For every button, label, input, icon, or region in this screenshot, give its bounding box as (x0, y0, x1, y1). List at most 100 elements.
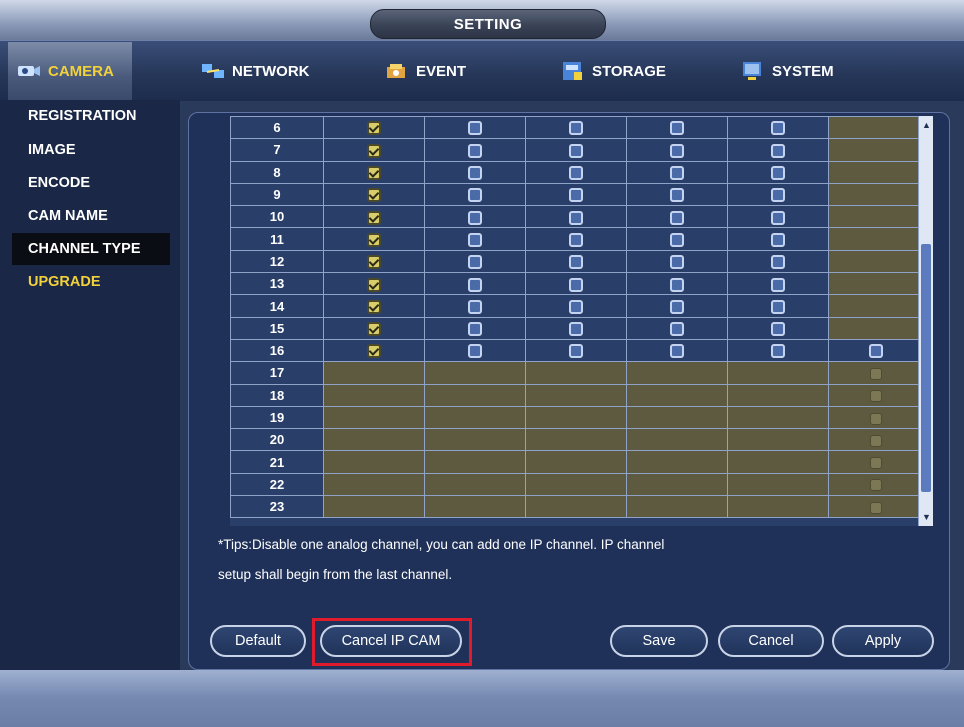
option-checkbox[interactable] (771, 143, 785, 158)
ip-checkbox[interactable] (870, 479, 882, 492)
analog-checkbox[interactable] (367, 322, 381, 337)
option-checkbox[interactable] (468, 166, 482, 181)
channel-cell (424, 495, 526, 519)
channel-cell (424, 316, 526, 340)
option-checkbox[interactable] (670, 121, 684, 136)
option-checkbox[interactable] (771, 299, 785, 314)
option-checkbox[interactable] (468, 121, 482, 136)
analog-checkbox[interactable] (367, 255, 381, 270)
option-checkbox[interactable] (468, 255, 482, 270)
analog-checkbox[interactable] (367, 143, 381, 158)
channel-number: 21 (230, 450, 324, 474)
option-checkbox[interactable] (468, 232, 482, 247)
option-checkbox[interactable] (468, 322, 482, 337)
option-checkbox[interactable] (468, 344, 482, 359)
option-checkbox[interactable] (771, 255, 785, 270)
sidebar-item-cam-name[interactable]: CAM NAME (12, 200, 170, 232)
option-checkbox[interactable] (670, 210, 684, 225)
option-checkbox[interactable] (468, 143, 482, 158)
analog-checkbox[interactable] (367, 210, 381, 225)
sidebar-item-channel-type[interactable]: CHANNEL TYPE (12, 233, 170, 265)
channel-cell (424, 294, 526, 318)
tab-event[interactable]: EVENT (384, 41, 466, 101)
option-checkbox[interactable] (771, 277, 785, 292)
option-checkbox[interactable] (468, 188, 482, 203)
channel-cell (525, 182, 627, 207)
sidebar-item-encode[interactable]: ENCODE (12, 167, 170, 199)
tab-network[interactable]: NETWORK (200, 41, 310, 101)
channel-number: 11 (230, 227, 324, 251)
apply-button[interactable]: Apply (832, 625, 934, 657)
ip-checkbox[interactable] (869, 344, 883, 359)
option-checkbox[interactable] (670, 166, 684, 181)
option-checkbox[interactable] (569, 277, 583, 292)
ip-checkbox[interactable] (870, 434, 882, 447)
option-checkbox[interactable] (670, 143, 684, 158)
table-row: 22 (230, 472, 918, 497)
channel-cell (323, 116, 425, 140)
sidebar-item-upgrade[interactable]: UPGRADE (12, 266, 170, 298)
option-checkbox[interactable] (771, 232, 785, 247)
tab-label: EVENT (416, 62, 467, 80)
option-checkbox[interactable] (468, 210, 482, 225)
channel-number: 19 (230, 405, 324, 430)
option-checkbox[interactable] (670, 344, 684, 359)
scroll-down-icon[interactable]: ▼ (922, 512, 931, 522)
option-checkbox[interactable] (569, 143, 583, 158)
analog-checkbox[interactable] (367, 344, 381, 359)
option-checkbox[interactable] (670, 232, 684, 247)
option-checkbox[interactable] (569, 255, 583, 270)
option-checkbox[interactable] (569, 166, 583, 181)
analog-checkbox[interactable] (367, 188, 381, 203)
option-checkbox[interactable] (468, 277, 482, 292)
ip-checkbox[interactable] (870, 390, 882, 403)
option-checkbox[interactable] (670, 277, 684, 292)
ip-checkbox[interactable] (870, 412, 882, 425)
scroll-up-icon[interactable]: ▲ (922, 120, 931, 130)
scroll-thumb[interactable] (921, 244, 931, 492)
option-checkbox[interactable] (771, 344, 785, 359)
option-checkbox[interactable] (569, 188, 583, 203)
option-checkbox[interactable] (569, 344, 583, 359)
option-checkbox[interactable] (569, 322, 583, 337)
option-checkbox[interactable] (569, 299, 583, 314)
analog-checkbox[interactable] (367, 277, 381, 292)
option-checkbox[interactable] (771, 166, 785, 181)
vertical-scrollbar[interactable]: ▲ ▼ (918, 116, 933, 526)
channel-cell (323, 294, 425, 318)
channel-cell (727, 405, 829, 430)
option-checkbox[interactable] (771, 121, 785, 136)
channel-cell (323, 383, 425, 407)
channel-cell (727, 182, 829, 207)
option-checkbox[interactable] (771, 322, 785, 337)
option-checkbox[interactable] (569, 121, 583, 136)
tab-camera[interactable]: CAMERA (8, 42, 132, 100)
option-checkbox[interactable] (670, 188, 684, 203)
option-checkbox[interactable] (468, 299, 482, 314)
option-checkbox[interactable] (771, 210, 785, 225)
option-checkbox[interactable] (670, 322, 684, 337)
channel-cell (323, 316, 425, 340)
ip-checkbox[interactable] (870, 457, 882, 470)
analog-checkbox[interactable] (367, 232, 381, 247)
option-checkbox[interactable] (670, 255, 684, 270)
option-checkbox[interactable] (569, 210, 583, 225)
default-button[interactable]: Default (210, 625, 306, 657)
channel-cell (424, 160, 526, 184)
analog-checkbox[interactable] (367, 299, 381, 314)
channel-cell (424, 428, 526, 452)
option-checkbox[interactable] (670, 299, 684, 314)
channel-cell (424, 361, 526, 385)
option-checkbox[interactable] (569, 232, 583, 247)
save-button[interactable]: Save (610, 625, 708, 657)
sidebar-item-image[interactable]: IMAGE (12, 134, 170, 166)
analog-checkbox[interactable] (367, 121, 381, 136)
option-checkbox[interactable] (771, 188, 785, 203)
ip-checkbox[interactable] (870, 501, 882, 514)
sidebar-item-registration[interactable]: REGISTRATION (12, 100, 170, 132)
tab-system[interactable]: SYSTEM (740, 41, 834, 101)
tab-storage[interactable]: STORAGE (560, 41, 666, 101)
ip-checkbox[interactable] (870, 367, 882, 380)
cancel-button[interactable]: Cancel (718, 625, 824, 657)
analog-checkbox[interactable] (367, 166, 381, 181)
